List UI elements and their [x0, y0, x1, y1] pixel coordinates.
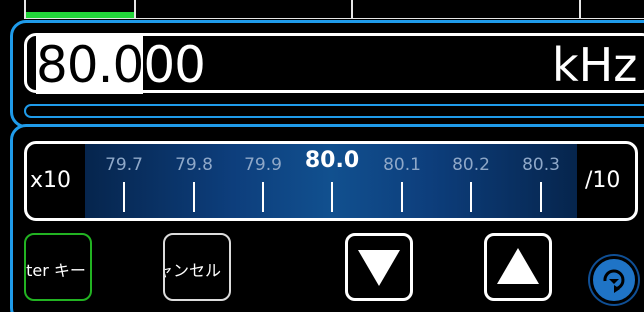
multiply-step-button[interactable]: x10 — [30, 168, 71, 193]
scale-tick-mark — [123, 182, 125, 212]
cancel-button[interactable]: ャンセル — [163, 233, 231, 301]
scale-tick-mark — [331, 182, 333, 212]
scale-tick-label: 79.7 — [105, 155, 143, 175]
scale-tick-mark — [540, 182, 542, 212]
top-divider — [579, 0, 581, 18]
frequency-unit: kHz — [552, 38, 638, 92]
top-divider — [134, 0, 136, 18]
scale-tick-mark — [193, 182, 195, 212]
divide-step-button[interactable]: /10 — [585, 168, 620, 193]
enter-button-label: nter キー — [26, 261, 86, 280]
frequency-value-remaining: 00 — [143, 36, 206, 94]
rotate-button[interactable] — [590, 256, 638, 304]
scale-tick-mark — [262, 182, 264, 212]
triangle-down-icon — [358, 250, 400, 286]
upper-panel-bar — [24, 104, 644, 118]
cancel-button-label: ャンセル — [163, 261, 222, 280]
scale-tick-mark — [401, 182, 403, 212]
scale-tick-label: 80.3 — [522, 155, 560, 175]
top-divider — [24, 0, 26, 18]
scale-tick-label: 79.9 — [244, 155, 282, 175]
frequency-value-selected: 80.0 — [36, 36, 144, 94]
top-strip-baseline — [24, 18, 644, 19]
step-down-button[interactable] — [345, 233, 413, 301]
scale-tick-label: 80.1 — [383, 155, 421, 175]
scale-tick-label: 79.8 — [175, 155, 213, 175]
enter-button[interactable]: nter キー — [24, 233, 92, 301]
top-divider — [351, 0, 353, 18]
triangle-up-icon — [497, 248, 539, 284]
frequency-value: 80.000 — [36, 36, 206, 94]
scale-tick-mark — [470, 182, 472, 212]
scale-tick-label: 80.2 — [452, 155, 490, 175]
scale-tick-label-center: 80.0 — [304, 148, 360, 173]
rotate-icon — [603, 269, 625, 293]
step-up-button[interactable] — [484, 233, 552, 301]
